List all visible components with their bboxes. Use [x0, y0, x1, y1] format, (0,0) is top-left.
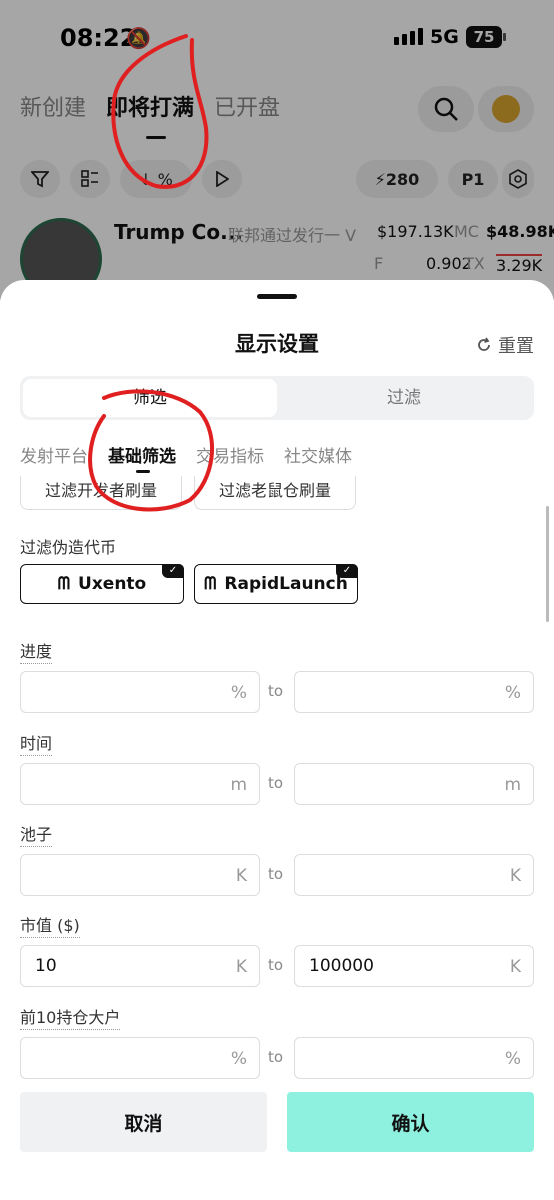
unit-label: K [509, 957, 521, 977]
unit-label: % [504, 683, 521, 703]
unit-label: K [235, 866, 247, 886]
sheet-title: 显示设置 [235, 332, 319, 356]
top10-min-input[interactable]: % [20, 1037, 260, 1079]
segment-filter[interactable]: 筛选 [23, 379, 277, 417]
rapidlaunch-label: RapidLaunch [224, 574, 348, 594]
progress-range: % to % [20, 671, 534, 713]
market-cap-max-input[interactable]: 100000 K [294, 945, 534, 987]
category-underline [136, 470, 150, 473]
rapidlaunch-chip[interactable]: ᗰ RapidLaunch ✓ [194, 564, 358, 604]
time-max-input[interactable]: m [294, 763, 534, 805]
to-label: to [268, 774, 284, 792]
market-cap-max-value: 100000 [309, 956, 374, 976]
platform-icon: ᗰ [204, 574, 217, 594]
unit-label: K [235, 957, 247, 977]
segment-exclude[interactable]: 过滤 [277, 379, 531, 417]
unit-label: % [504, 1049, 521, 1069]
market-cap-min-value: 10 [35, 956, 57, 976]
unit-label: K [509, 866, 521, 886]
progress-label: 进度 [20, 638, 53, 664]
market-cap-range: 10 K to 100000 K [20, 945, 534, 987]
to-label: to [268, 865, 284, 883]
pool-min-input[interactable]: K [20, 854, 260, 896]
display-settings-sheet: 显示设置 重置 筛选 过滤 发射平台 基础筛选 交易指标 社交媒体 过滤开发者刷… [0, 280, 554, 1200]
pool-label: 池子 [20, 821, 53, 847]
progress-min-input[interactable]: % [20, 671, 260, 713]
time-min-input[interactable]: m [20, 763, 260, 805]
unit-label: % [230, 683, 247, 703]
reset-label: 重置 [498, 336, 534, 357]
insider-wash-filter-chip[interactable]: 过滤老鼠仓刷量 [194, 476, 356, 510]
unit-label: m [504, 775, 521, 795]
top10-max-input[interactable]: % [294, 1037, 534, 1079]
tab-launch-platform[interactable]: 发射平台 [20, 442, 88, 467]
tab-basic-filter[interactable]: 基础筛选 [108, 442, 176, 467]
reset-button[interactable]: 重置 [476, 332, 534, 358]
to-label: to [268, 1048, 284, 1066]
fake-token-label: 过滤伪造代币 [20, 538, 117, 557]
uxento-label: Uxento [78, 574, 147, 594]
top10-holders-label: 前10持仓大户 [20, 1004, 121, 1030]
to-label: to [268, 682, 284, 700]
market-cap-min-input[interactable]: 10 K [20, 945, 260, 987]
market-cap-label: 市值 ($) [20, 912, 80, 938]
top10-holders-range: % to % [20, 1037, 534, 1079]
confirm-button[interactable]: 确认 [287, 1092, 534, 1152]
refresh-icon [478, 337, 490, 351]
dev-wash-filter-chip[interactable]: 过滤开发者刷量 [20, 476, 182, 510]
scrollbar[interactable] [546, 506, 549, 622]
segment-control: 筛选 过滤 [20, 376, 534, 420]
platform-icon: ᗰ [57, 574, 71, 594]
bottom-action-bar: 取消 确认 [0, 1092, 554, 1200]
cancel-button[interactable]: 取消 [20, 1092, 267, 1152]
uxento-chip[interactable]: ᗰ Uxento ✓ [20, 564, 184, 604]
tab-social-media[interactable]: 社交媒体 [284, 442, 352, 467]
dim-overlay[interactable] [0, 0, 554, 300]
to-label: to [268, 956, 284, 974]
time-range: m to m [20, 763, 534, 805]
progress-max-input[interactable]: % [294, 671, 534, 713]
pool-max-input[interactable]: K [294, 854, 534, 896]
tab-trade-metrics[interactable]: 交易指标 [196, 442, 264, 467]
check-icon: ✓ [162, 564, 184, 578]
unit-label: % [230, 1049, 247, 1069]
time-label: 时间 [20, 730, 53, 756]
pool-range: K to K [20, 854, 534, 896]
check-icon: ✓ [336, 564, 358, 578]
sheet-handle[interactable] [257, 294, 297, 299]
unit-label: m [230, 775, 247, 795]
